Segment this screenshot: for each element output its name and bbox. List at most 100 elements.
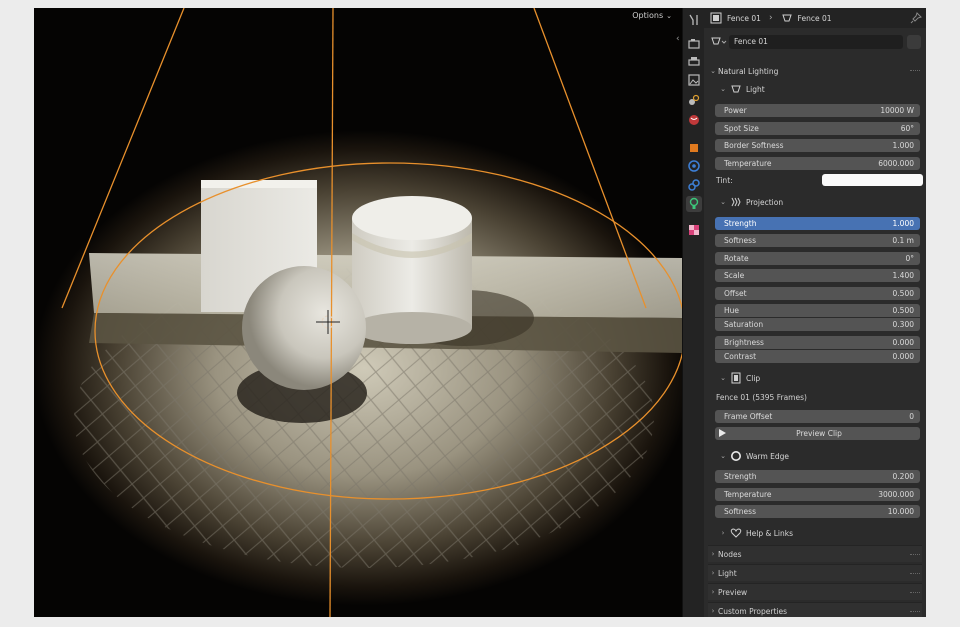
- breadcrumb: Fence 01 › Fence 01: [704, 8, 926, 28]
- scene-tab[interactable]: [686, 92, 702, 108]
- warm-edge-softness-field[interactable]: Softness 10.000: [715, 505, 920, 518]
- warm-edge-softness-label: Softness: [724, 507, 756, 516]
- image-icon: [688, 74, 700, 86]
- warm-edge-strength-label: Strength: [724, 472, 757, 481]
- warm-edge-subpanel-title: Warm Edge: [746, 451, 790, 461]
- drag-grip-icon[interactable]: [910, 573, 920, 574]
- constraint-tab[interactable]: [686, 177, 702, 193]
- help-links-subpanel-header[interactable]: › Help & Links: [718, 526, 926, 540]
- warm-edge-strength-value: 0.200: [892, 472, 914, 481]
- hue-value: 0.500: [892, 306, 914, 315]
- light-panel-header[interactable]: › Light: [708, 564, 922, 581]
- tint-label: Tint:: [716, 176, 733, 185]
- spot-size-label: Spot Size: [724, 124, 759, 133]
- border-softness-field[interactable]: Border Softness 1.000: [715, 139, 920, 152]
- rotate-field[interactable]: Rotate 0°: [715, 252, 920, 265]
- chevron-down-icon: ⌄: [720, 85, 726, 93]
- object-tab[interactable]: [686, 140, 702, 156]
- hue-field[interactable]: Hue 0.500: [715, 304, 920, 317]
- contrast-field[interactable]: Contrast 0.000: [715, 350, 920, 363]
- options-dropdown[interactable]: Options ⌄: [628, 9, 676, 23]
- printer-icon: [688, 57, 700, 66]
- fake-user-shield-icon[interactable]: [907, 35, 921, 49]
- scale-value: 1.400: [892, 271, 914, 280]
- pin-icon[interactable]: [910, 12, 922, 24]
- drag-grip-icon[interactable]: [910, 611, 920, 612]
- spot-light-icon: [781, 14, 792, 22]
- drag-grip-icon[interactable]: [910, 592, 920, 593]
- projection-strength-field[interactable]: Strength 1.000: [715, 217, 920, 230]
- nodes-panel-title: Nodes: [718, 549, 742, 559]
- brightness-label: Brightness: [724, 338, 764, 347]
- chevron-right-icon: ›: [711, 569, 715, 577]
- warm-edge-strength-field[interactable]: Strength 0.200: [715, 470, 920, 483]
- viewport-header: Options ⌄: [34, 8, 682, 24]
- scale-field[interactable]: Scale 1.400: [715, 269, 920, 282]
- power-label: Power: [724, 106, 747, 115]
- projection-softness-label: Softness: [724, 236, 756, 245]
- drag-grip-icon[interactable]: [910, 70, 920, 72]
- properties-tab-strip: [682, 8, 704, 617]
- frame-offset-field[interactable]: Frame Offset 0: [715, 410, 920, 423]
- power-field[interactable]: Power 10000 W: [715, 104, 920, 117]
- frame-offset-value: 0: [909, 412, 914, 421]
- brightness-value: 0.000: [892, 338, 914, 347]
- chevron-right-icon: ›: [711, 550, 715, 558]
- projection-softness-value: 0.1 m: [892, 236, 914, 245]
- brightness-field[interactable]: Brightness 0.000: [715, 336, 920, 349]
- warm-edge-temperature-field[interactable]: Temperature 3000.000: [715, 488, 920, 501]
- blender-window: Options ⌄ ‹ Fence 01 › Fence 01 Fence 01…: [34, 8, 926, 617]
- projection-subpanel-header[interactable]: ⌄ Projection: [718, 195, 926, 209]
- tool-tab[interactable]: [686, 12, 702, 28]
- warm-edge-subpanel-header[interactable]: ⌄ Warm Edge: [718, 449, 926, 463]
- chevron-down-icon: ⌄: [720, 374, 726, 382]
- border-softness-label: Border Softness: [724, 141, 784, 150]
- chevron-right-icon: ›: [711, 588, 715, 596]
- scene-icon: [689, 94, 700, 105]
- preview-clip-button[interactable]: Preview Clip: [715, 427, 920, 440]
- chevron-down-icon: ⌄: [720, 452, 726, 460]
- tool-icon: [689, 14, 698, 25]
- light-subpanel-header[interactable]: ⌄ Light: [718, 82, 926, 96]
- 3d-viewport[interactable]: Options ⌄ ‹: [34, 8, 682, 617]
- breadcrumb-object: Fence 01: [727, 13, 761, 23]
- saturation-field[interactable]: Saturation 0.300: [715, 318, 920, 331]
- chevron-down-icon: ⌄: [710, 67, 716, 75]
- light-bulb-icon: [689, 197, 699, 209]
- nodes-panel-header[interactable]: › Nodes: [708, 545, 922, 562]
- spot-size-field[interactable]: Spot Size 60°: [715, 122, 920, 135]
- datablock-name-field[interactable]: Fence 01: [729, 35, 903, 49]
- constraints-tab[interactable]: [686, 158, 702, 174]
- properties-editor: Fence 01 › Fence 01 Fence 01 ⌄ Natural L…: [704, 8, 926, 617]
- spot-light-browse-icon[interactable]: [711, 36, 727, 48]
- heart-icon: [730, 528, 742, 538]
- output-tab[interactable]: [686, 54, 702, 70]
- temperature-field[interactable]: Temperature 6000.000: [715, 157, 920, 170]
- warm-edge-temperature-value: 3000.000: [878, 490, 914, 499]
- hue-label: Hue: [724, 306, 740, 315]
- breadcrumb-data: Fence 01: [797, 13, 832, 23]
- preview-panel-header[interactable]: › Preview: [708, 583, 922, 600]
- frame-offset-label: Frame Offset: [724, 412, 773, 421]
- tint-color-swatch[interactable]: [822, 174, 923, 186]
- offset-label: Offset: [724, 289, 747, 298]
- light-datablock-selector: Fence 01: [709, 35, 921, 49]
- light-data-tab[interactable]: [686, 196, 702, 212]
- view-layer-tab[interactable]: [686, 72, 702, 88]
- clip-subpanel-header[interactable]: ⌄ Clip: [718, 371, 926, 385]
- light-subpanel-title: Light: [746, 84, 765, 94]
- custom-properties-panel-header[interactable]: › Custom Properties: [708, 602, 922, 617]
- drag-grip-icon[interactable]: [910, 554, 920, 555]
- chevron-right-icon: ›: [711, 607, 715, 615]
- rotate-value: 0°: [905, 254, 914, 263]
- warm-edge-softness-value: 10.000: [887, 507, 914, 516]
- texture-tab[interactable]: [686, 222, 702, 238]
- world-globe-icon: [689, 115, 699, 125]
- chevron-down-icon: ⌄: [720, 198, 726, 206]
- offset-field[interactable]: Offset 0.500: [715, 287, 920, 300]
- projection-softness-field[interactable]: Softness 0.1 m: [715, 234, 920, 247]
- world-tab[interactable]: [686, 112, 702, 128]
- render-tab[interactable]: [686, 36, 702, 52]
- natural-lighting-panel-header[interactable]: ⌄ Natural Lighting: [708, 64, 922, 78]
- physics-icon: [688, 160, 700, 172]
